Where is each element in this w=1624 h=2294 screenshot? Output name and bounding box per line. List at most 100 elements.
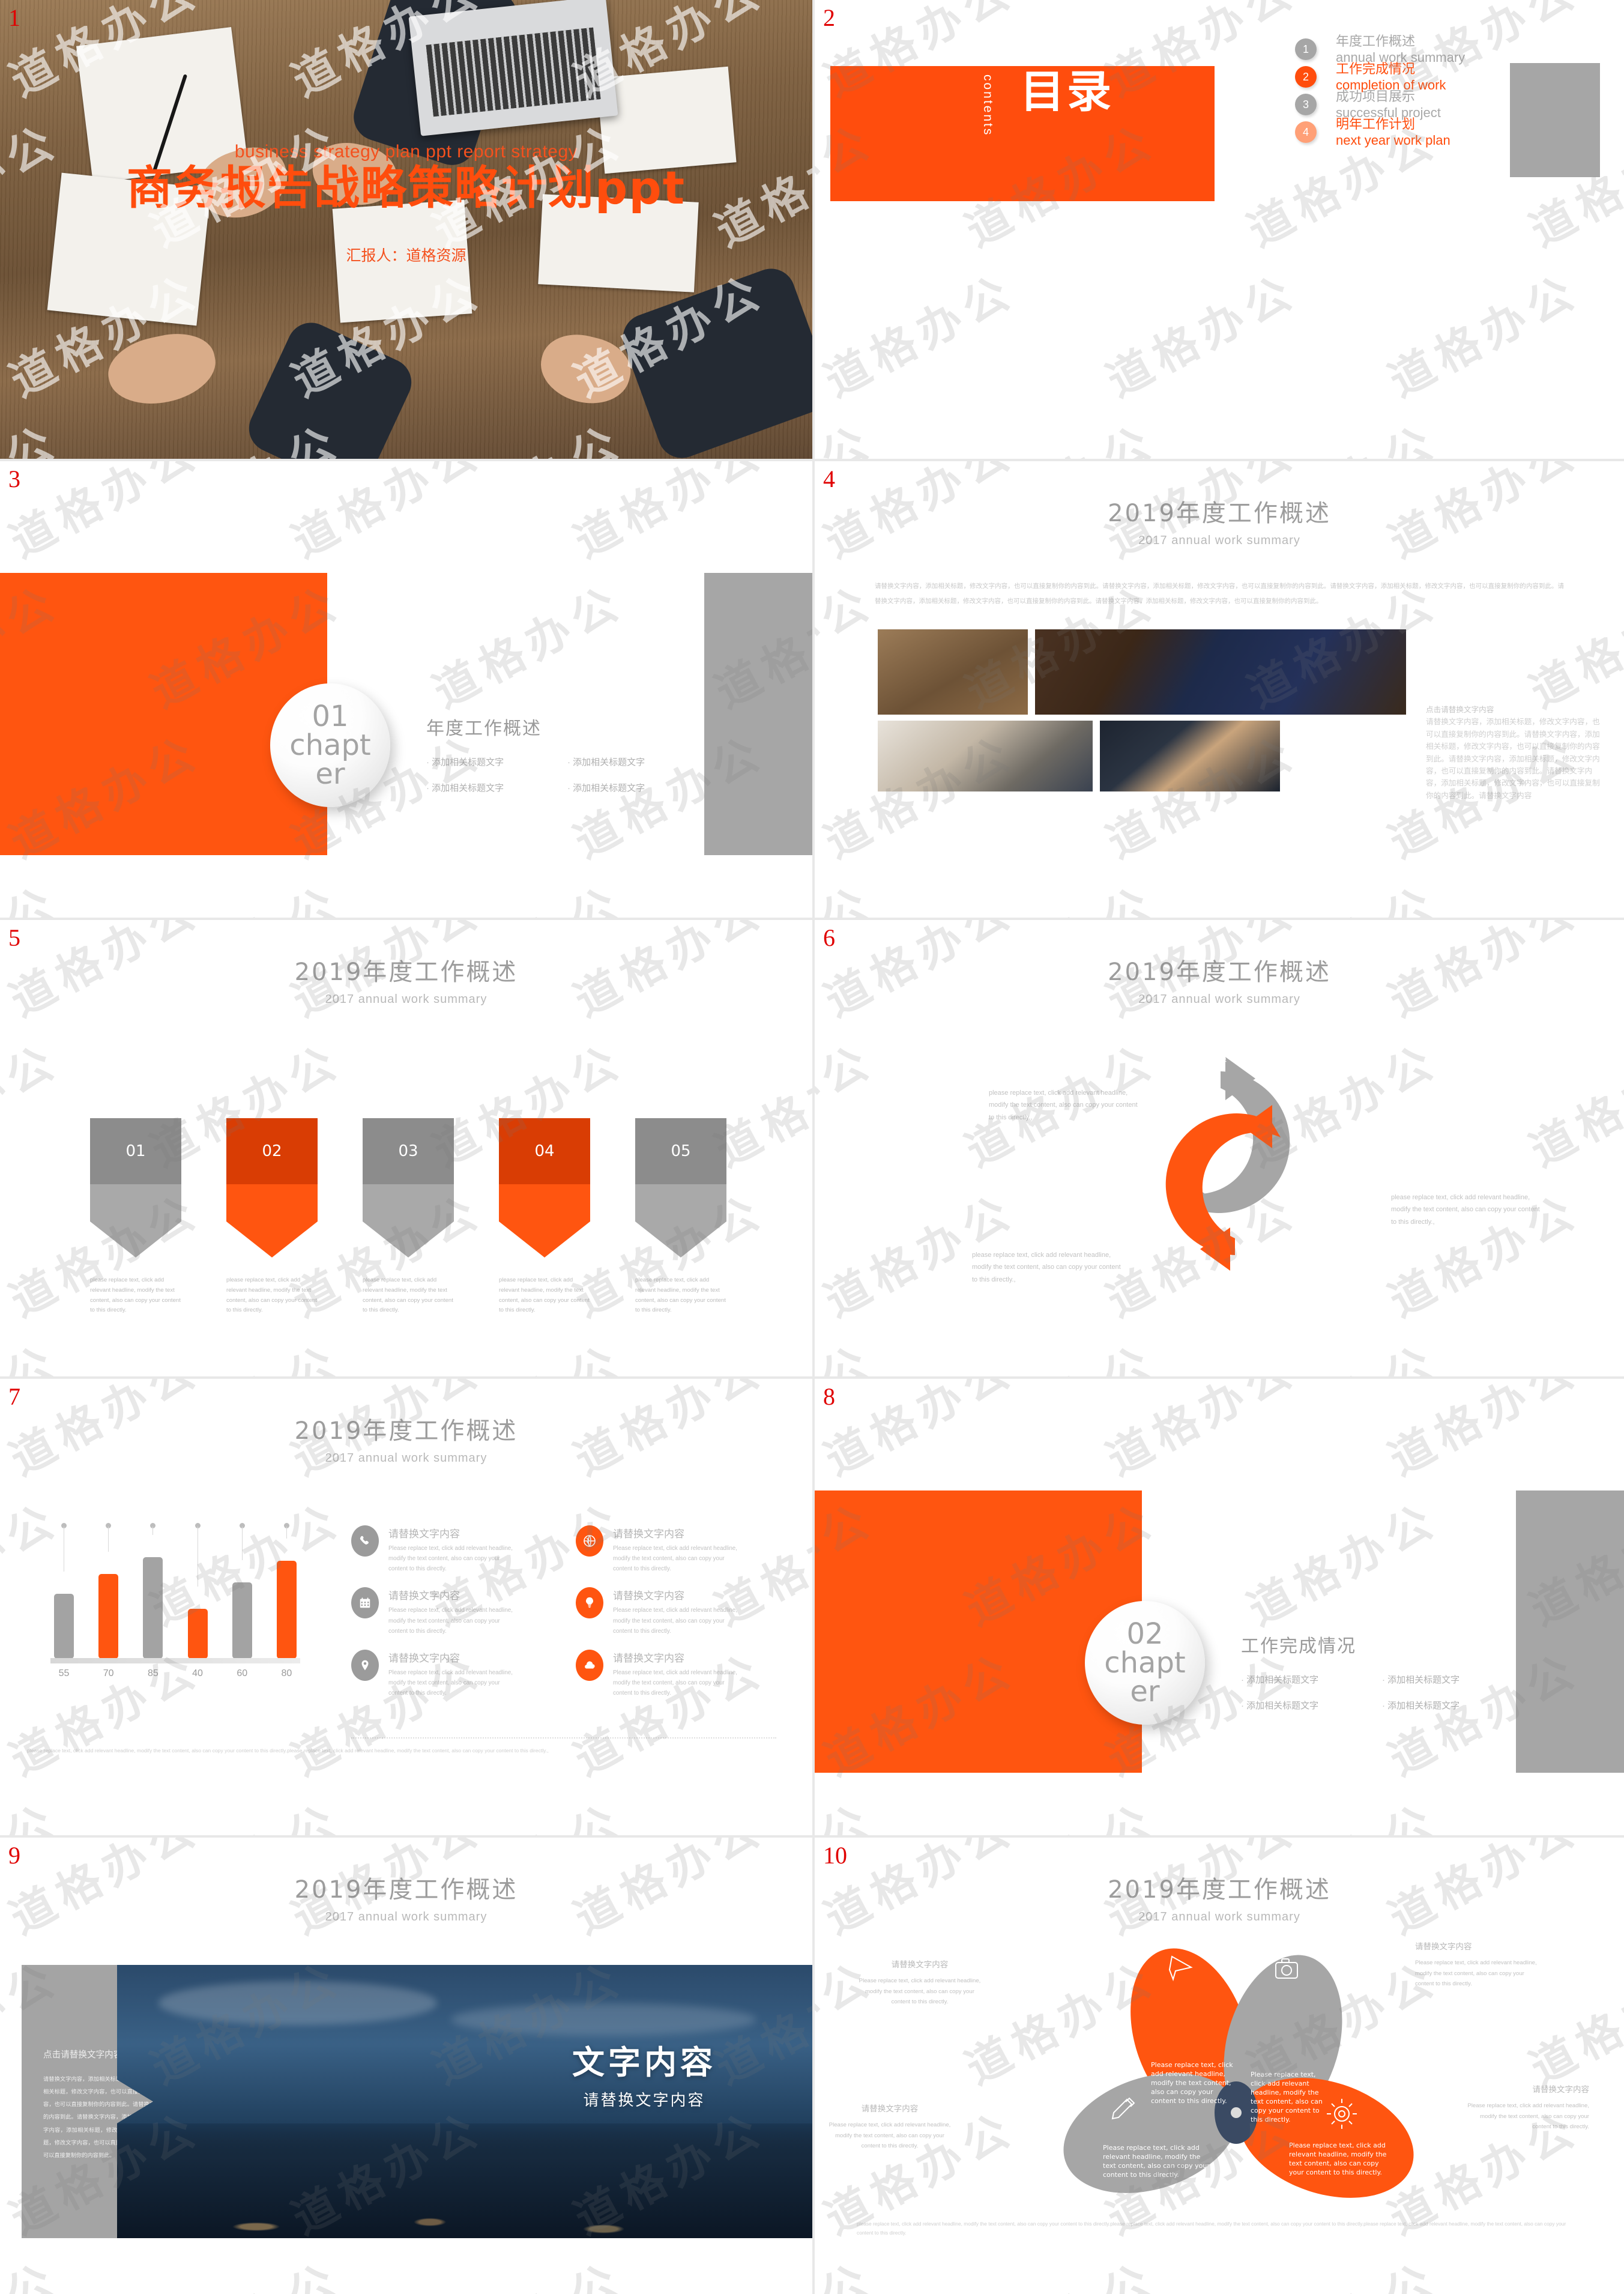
watermark-text: 道格办公 xyxy=(953,1785,1165,1835)
pin-marker-1[interactable]: 01 please replace text, click add releva… xyxy=(90,1118,181,1316)
watermark-text: 道格办公 xyxy=(138,867,351,918)
bar-chart-bars xyxy=(43,1523,307,1659)
watermark-text: 道格办公 xyxy=(815,1785,883,1835)
pin-number-5: 05 xyxy=(635,1118,726,1184)
slide-thumbnail-2[interactable]: contents 目录 1 年度工作概述 annual work summary… xyxy=(812,0,1624,459)
slide9-overlay-small: 请替换文字内容 xyxy=(583,2091,705,2109)
slide7-title-cn: 2019年度工作概述 xyxy=(294,1417,518,1445)
interlocking-arrows-graphic: 请替换文字内容 请替换文字内容 请替换文字内容 xyxy=(1165,1046,1298,1319)
list-item[interactable]: 4 明年工作计划 next year work plan xyxy=(1295,114,1475,148)
pin-marker-3[interactable]: 03 please replace text, click add releva… xyxy=(363,1118,454,1316)
watermark-text: 道格办公 xyxy=(702,1326,812,1376)
slide-thumbnail-3[interactable]: 01 chapter 年度工作概述 添加相关标题文字 添加相关标题文字 添加相关… xyxy=(0,459,812,918)
slide4-side-body: 请替换文字内容，添加相关标题，修改文字内容，也可以直接复制你的内容到此。请替换文… xyxy=(1426,718,1600,800)
watermark-text: 道格办公 xyxy=(1,461,209,568)
slide-thumbnail-8[interactable]: 02 chapter 工作完成情况 添加相关标题文字 添加相关标题文字 添加相关… xyxy=(812,1376,1624,1835)
slide2-contents-en: contents xyxy=(981,74,995,137)
pin-number-1: 01 xyxy=(90,1118,181,1184)
toc-label-cn-2: 工作完成情况 xyxy=(1336,61,1416,76)
slide-thumbnail-10[interactable]: 2019年度工作概述 2017 annual work summary Plea… xyxy=(812,1835,1624,2294)
list-item[interactable]: 请替换文字内容 Please replace text, click add re… xyxy=(351,1525,547,1574)
ring-label-right: 请替换文字内容 xyxy=(1258,1252,1298,1302)
slide-number-9: 9 xyxy=(8,1842,20,1869)
slide10-note-1: 请替换文字内容 Please replace text, click add r… xyxy=(857,1958,983,2007)
bar-column xyxy=(98,1523,119,1659)
slide-number-4: 4 xyxy=(823,465,835,492)
slide9-panel-title: 点击请替换文字内容 xyxy=(43,2050,122,2060)
slide-thumbnail-7[interactable]: 2019年度工作概述 2017 annual work summary 55 7… xyxy=(0,1376,812,1835)
watermark-text: 道格办公 xyxy=(815,867,883,918)
slide2-mulu-text: 目录 xyxy=(1020,66,1114,118)
slide2-grey-panel xyxy=(1510,63,1600,177)
slide-number-3: 3 xyxy=(8,465,20,492)
pin-marker-4[interactable]: 04 please replace text, click add releva… xyxy=(499,1118,590,1316)
watermark-text: 道格办公 xyxy=(1098,264,1306,407)
slide7-footer-text: please replace text, click add relevant … xyxy=(27,1748,549,1754)
list-item[interactable]: 请替换文字内容 Please replace text, click add re… xyxy=(576,1649,771,1698)
slide8-bullets: 添加相关标题文字 添加相关标题文字 添加相关标题文字 添加相关标题文字 xyxy=(1241,1673,1523,1725)
icon-item-body-6: Please replace text, click add relevant … xyxy=(613,1669,737,1697)
watermark-text: 道格办公 xyxy=(420,1785,633,1835)
slide6-title-cn: 2019年度工作概述 xyxy=(1108,958,1331,986)
slide-thumbnail-4[interactable]: 2019年度工作概述 2017 annual work summary 请替换文… xyxy=(812,459,1624,918)
chat-bubble-icon xyxy=(635,1255,726,1276)
ring-label-bottom: 请替换文字内容 xyxy=(1168,1298,1223,1319)
icon-item-title-4: 请替换文字内容 xyxy=(613,1590,684,1603)
list-item[interactable]: 1 年度工作概述 annual work summary xyxy=(1295,31,1475,65)
icon-item-body-1: Please replace text, click add relevant … xyxy=(388,1545,513,1573)
list-item[interactable]: 请替换文字内容 Please replace text, click add re… xyxy=(576,1525,771,1574)
watermark-text: 道格办公 xyxy=(953,867,1165,918)
slide-thumbnail-grid: business strategy plan ppt report strate… xyxy=(0,0,1624,2294)
pin-marker-5[interactable]: 05 please replace text, click add releva… xyxy=(635,1118,726,1316)
watermark-text: 道格办公 xyxy=(1380,264,1588,407)
watermark-text: 道格办公 xyxy=(1235,406,1447,459)
slide4-heading: 2019年度工作概述 2017 annual work summary xyxy=(815,494,1624,548)
list-item[interactable]: 请替换文字内容 Please replace text, click add re… xyxy=(351,1587,547,1636)
slide1-subtitle-en: business strategy plan ppt report strate… xyxy=(234,142,578,162)
calendar-icon xyxy=(351,1587,379,1619)
slide1-title-block: business strategy plan ppt report strate… xyxy=(0,142,812,265)
slide3-text-block: 年度工作概述 添加相关标题文字 添加相关标题文字 添加相关标题文字 添加相关标题… xyxy=(426,713,708,807)
toc-number-4: 4 xyxy=(1295,121,1317,143)
watermark-text: 道格办公 xyxy=(816,1379,1024,1486)
slide-number-1: 1 xyxy=(8,4,20,31)
slide4-title-cn: 2019年度工作概述 xyxy=(1108,500,1331,527)
slide9-heading: 2019年度工作概述 2017 annual work summary xyxy=(0,1870,812,1924)
list-item[interactable]: 请替换文字内容 Please replace text, click add re… xyxy=(576,1587,771,1636)
pin-marker-2[interactable]: 02 please replace text, click add releva… xyxy=(226,1118,318,1316)
slide10-title-cn: 2019年度工作概述 xyxy=(1108,1876,1331,1904)
icon-item-title-5: 请替换文字内容 xyxy=(388,1652,460,1665)
bar-column xyxy=(54,1523,74,1659)
slide7-title-en: 2017 annual work summary xyxy=(325,1451,488,1465)
slide7-heading: 2019年度工作概述 2017 annual work summary xyxy=(0,1411,812,1465)
watermark-text: 道格办公 xyxy=(138,2244,351,2294)
slide8-bullet-1: 添加相关标题文字 xyxy=(1241,1673,1382,1686)
microphone-icon xyxy=(363,1255,454,1276)
watermark-text: 道格办公 xyxy=(0,1034,68,1177)
slide10-note-body-1: Please replace text, click add relevant … xyxy=(859,1978,981,2005)
slide8-bullet-2: 添加相关标题文字 xyxy=(1382,1673,1523,1686)
slide10-petal-diagram: Please replace text, click add relevant h… xyxy=(815,1910,1624,2246)
watermark-text: 道格办公 xyxy=(424,575,632,718)
slide6-note-1: please replace text, click add relevant … xyxy=(989,1089,1138,1121)
watermark-text: 道格办公 xyxy=(815,575,883,718)
x-label-2: 70 xyxy=(103,1668,114,1678)
toc-label-en-4: next year work plan xyxy=(1336,132,1450,148)
slide8-chapter-badge: 02 chapter xyxy=(1085,1601,1205,1725)
cloud-upload-icon xyxy=(226,1255,318,1276)
list-item[interactable]: 请替换文字内容 Please replace text, click add re… xyxy=(351,1649,547,1698)
slide2-contents-cn: 目录 xyxy=(995,66,1139,118)
toc-number-2: 2 xyxy=(1295,66,1317,88)
slide-thumbnail-9[interactable]: 2019年度工作概述 2017 annual work summary 点击请替… xyxy=(0,1835,812,2294)
globe-icon xyxy=(576,1525,603,1557)
bar-chart-x-labels: 55 70 85 40 60 80 xyxy=(43,1668,307,1679)
slide-thumbnail-1[interactable]: business strategy plan ppt report strate… xyxy=(0,0,812,459)
pin-number-4: 04 xyxy=(499,1118,590,1184)
bar-chart-baseline xyxy=(50,1658,300,1663)
cloud-download-icon xyxy=(576,1649,603,1681)
slide-thumbnail-6[interactable]: 2019年度工作概述 2017 annual work summary 请替换文… xyxy=(812,918,1624,1376)
list-item[interactable]: 3 成功项目展示 successful project xyxy=(1295,86,1475,120)
slide-thumbnail-5[interactable]: 2019年度工作概述 2017 annual work summary 01 p… xyxy=(0,918,812,1376)
location-pin-icon xyxy=(351,1649,379,1681)
list-item[interactable]: 2 工作完成情况 completion of work xyxy=(1295,59,1475,92)
